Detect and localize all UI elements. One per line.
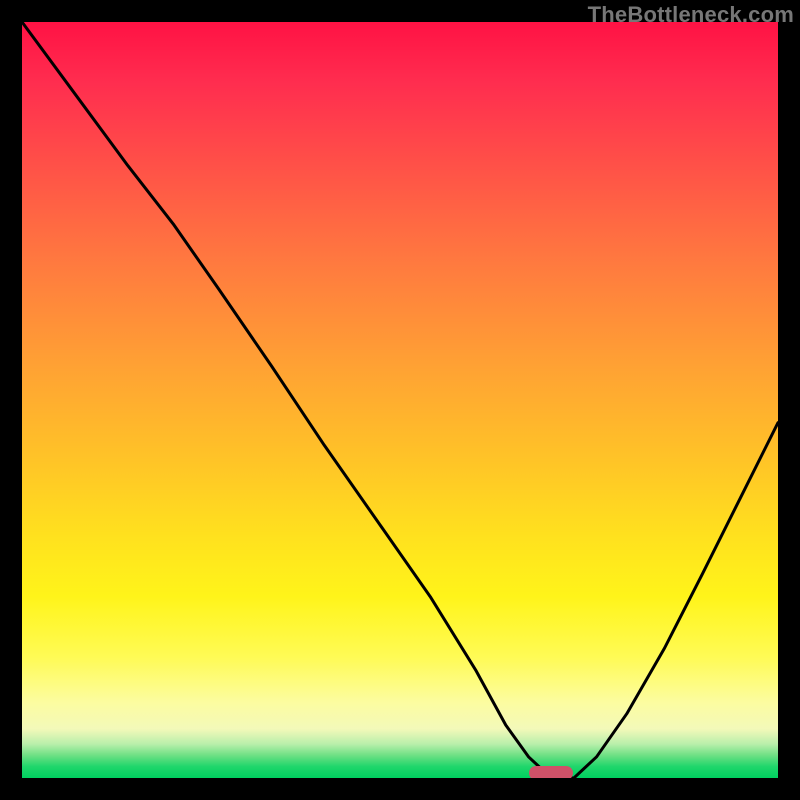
curve-marker [529, 766, 573, 778]
chart-frame: TheBottleneck.com [0, 0, 800, 800]
watermark-text: TheBottleneck.com [588, 2, 794, 28]
plot-area [22, 22, 778, 778]
bottleneck-curve [22, 22, 778, 778]
curve-layer [22, 22, 778, 778]
